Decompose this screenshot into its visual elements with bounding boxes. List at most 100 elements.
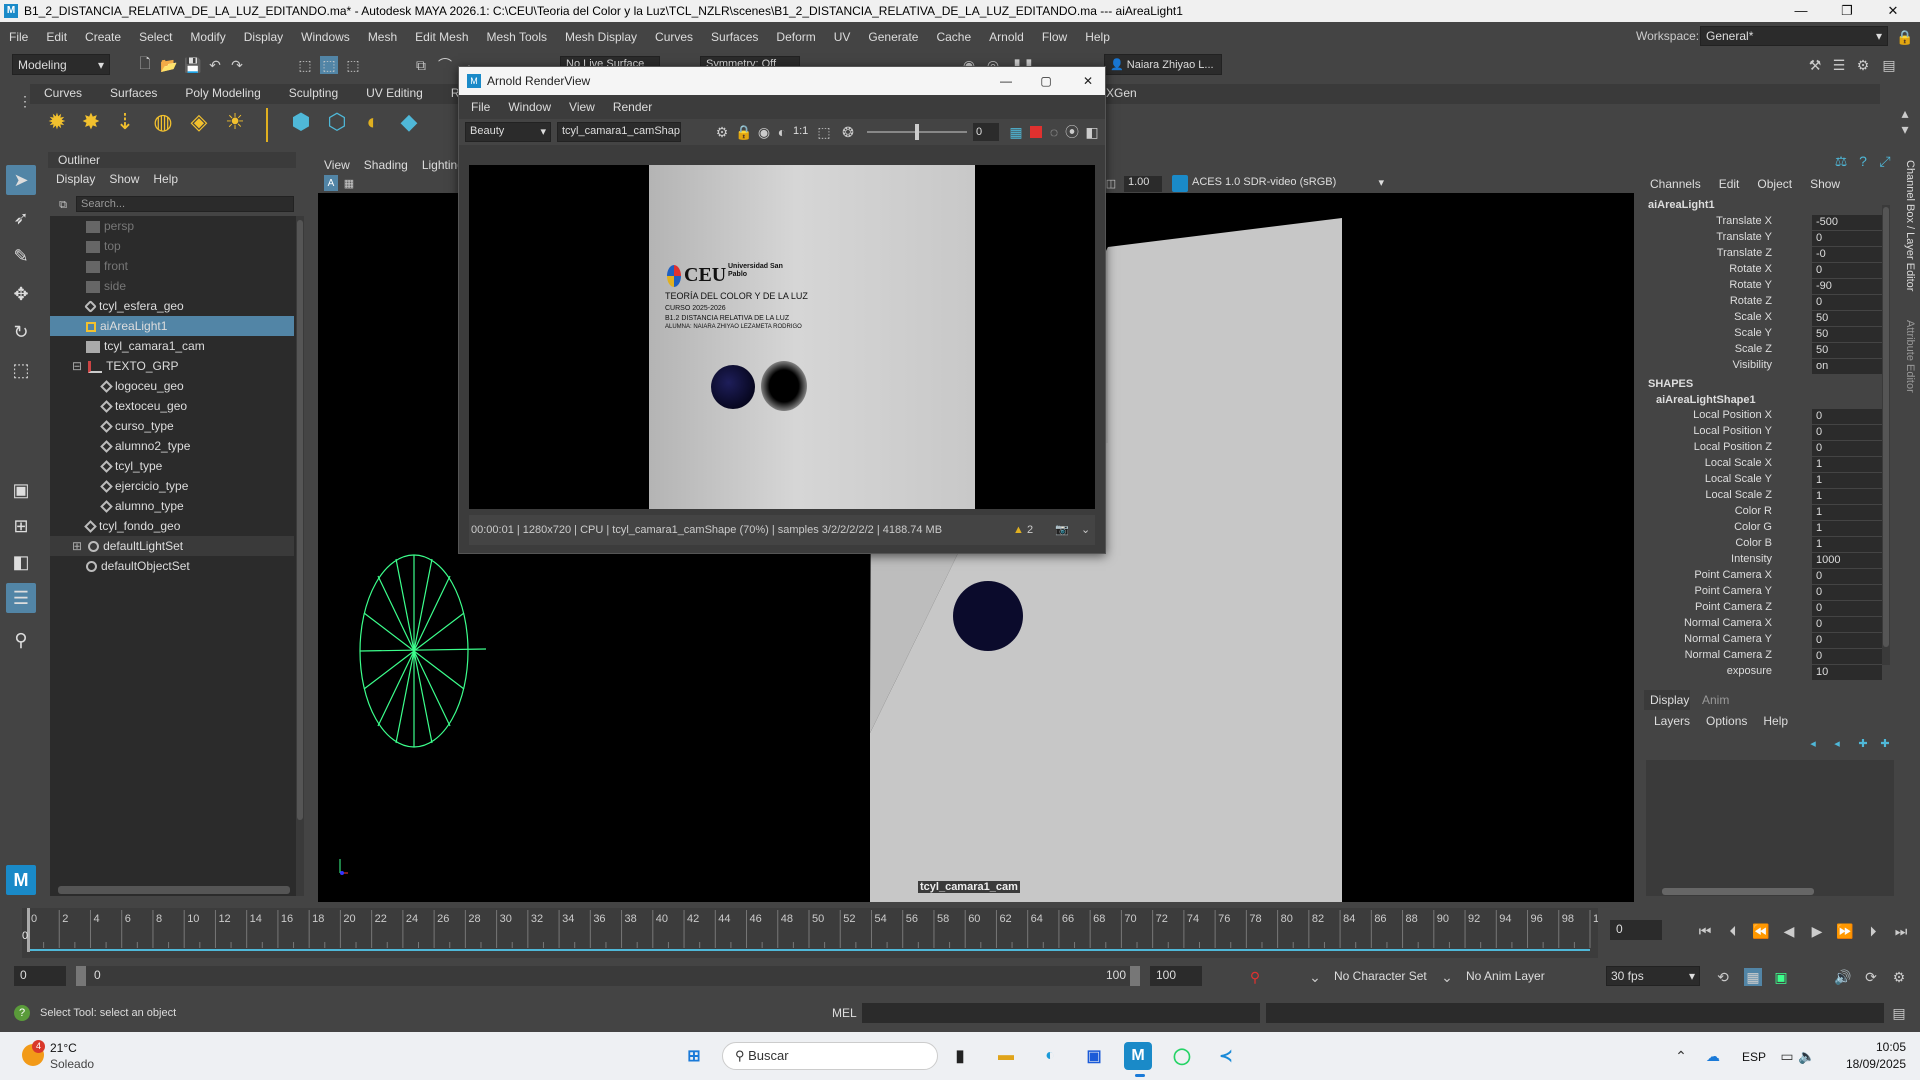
outliner-item-persp[interactable]: persp <box>50 216 294 236</box>
anim-layer-select[interactable]: No Anim Layer <box>1466 969 1545 983</box>
outliner-hscrollbar[interactable] <box>58 886 290 894</box>
area-light-icon[interactable]: ◈ <box>190 109 208 134</box>
select-hierarchy-icon[interactable]: ⬚ <box>296 56 314 74</box>
paint-select-icon[interactable]: ✎ <box>6 241 36 271</box>
attr-value-field[interactable]: 1 <box>1812 473 1882 488</box>
transform-attr-row[interactable]: Translate X -500 <box>1640 215 1882 231</box>
select-tool-icon[interactable]: ➤ <box>6 165 36 195</box>
directional-light-icon[interactable]: ⇣ <box>116 109 134 134</box>
channel-menu-object[interactable]: Object <box>1757 177 1792 191</box>
color-correct-icon[interactable]: ◐ <box>773 123 791 141</box>
network-icon[interactable]: ▭ <box>1778 1047 1796 1065</box>
shape-attr-row[interactable]: Normal Camera X 0 <box>1640 617 1882 633</box>
menu-arnold[interactable]: Arnold <box>980 30 1033 44</box>
renderview-close-button[interactable]: ✕ <box>1073 67 1103 95</box>
transform-attr-row[interactable]: Rotate X 0 <box>1640 263 1882 279</box>
snap-curve-icon[interactable]: ⌒ <box>436 56 454 74</box>
menu-modify[interactable]: Modify <box>181 30 234 44</box>
hypershade-icon[interactable]: ◐ <box>364 109 382 134</box>
camera-attributes-icon[interactable]: A <box>324 175 338 191</box>
range-start-handle[interactable] <box>76 966 86 986</box>
renderview-minimize-button[interactable]: — <box>991 67 1021 95</box>
stop-render-icon[interactable] <box>1027 123 1045 141</box>
current-frame-marker[interactable]: 0 <box>22 930 34 942</box>
gamma-icon[interactable]: ◫ <box>1104 175 1118 191</box>
shape-attr-row[interactable]: Local Position X 0 <box>1640 409 1882 425</box>
play-backwards-icon[interactable]: ◀ <box>1780 922 1798 940</box>
shape-attr-row[interactable]: Local Scale X 1 <box>1640 457 1882 473</box>
shape-attr-row[interactable]: Color R 1 <box>1640 505 1882 521</box>
shape-attr-row[interactable]: exposure 10 <box>1640 665 1882 681</box>
ghost-icon[interactable]: ▣ <box>1772 968 1790 986</box>
aperture-icon[interactable]: ❂ <box>839 123 857 141</box>
taskbar-search[interactable]: ⚲ Buscar <box>722 1042 938 1070</box>
outliner-item-aiarealight1[interactable]: aiAreaLight1 <box>50 316 294 336</box>
shape-attr-row[interactable]: Point Camera X 0 <box>1640 569 1882 585</box>
shape-attr-row[interactable]: Point Camera Z 0 <box>1640 601 1882 617</box>
open-scene-icon[interactable]: 📂 <box>160 56 178 74</box>
outliner-item-textoceu-geo[interactable]: textoceu_geo <box>50 396 294 416</box>
menu-cache[interactable]: Cache <box>927 30 980 44</box>
layer-menu-options[interactable]: Options <box>1706 714 1747 728</box>
menu-generate[interactable]: Generate <box>859 30 927 44</box>
task-view-icon[interactable]: ▮ <box>946 1042 974 1070</box>
layer-tab-display[interactable]: Display <box>1644 690 1690 710</box>
attr-value-field[interactable]: 0 <box>1812 441 1882 456</box>
current-frame-field[interactable]: 0 <box>1610 920 1662 940</box>
outliner-item-tcyl-fondo-geo[interactable]: tcyl_fondo_geo <box>50 516 294 536</box>
renderview-maximize-button[interactable]: ▢ <box>1031 67 1061 95</box>
transform-attr-row[interactable]: Translate Y 0 <box>1640 231 1882 247</box>
menu-display[interactable]: Display <box>235 30 292 44</box>
channel-scrollbar[interactable] <box>1882 205 1890 665</box>
physical-sky-icon[interactable]: ☀ <box>225 109 245 134</box>
attr-value-field[interactable]: 50 <box>1812 327 1882 342</box>
outliner-vscroll-thumb[interactable] <box>297 220 303 820</box>
channel-toggle-icon[interactable]: ⚖ <box>1832 152 1850 170</box>
viewport-menu-view[interactable]: View <box>324 155 350 175</box>
shape-attr-row[interactable]: Color G 1 <box>1640 521 1882 537</box>
attr-value-field[interactable]: 0 <box>1812 231 1882 246</box>
help-icon[interactable]: ? <box>1854 152 1872 170</box>
move-tool-icon[interactable]: ✥ <box>6 279 36 309</box>
menu-surfaces[interactable]: Surfaces <box>702 30 767 44</box>
next-key-icon[interactable]: ⏩ <box>1836 922 1854 940</box>
menu-windows[interactable]: Windows <box>292 30 359 44</box>
prev-key-icon[interactable]: ⏪ <box>1752 922 1770 940</box>
outliner-item-alumno-type[interactable]: alumno_type <box>50 496 294 516</box>
attr-value-field[interactable]: 1 <box>1812 489 1882 504</box>
outliner-item-tcyl-type[interactable]: tcyl_type <box>50 456 294 476</box>
new-layer-selected-icon[interactable]: ✚ <box>1876 734 1894 752</box>
shape-attr-row[interactable]: Local Position Y 0 <box>1640 425 1882 441</box>
clock-date[interactable]: 18/09/2025 <box>1830 1057 1906 1071</box>
exposure-field[interactable]: 0 <box>973 123 999 141</box>
layer-tab-anim[interactable]: Anim <box>1696 690 1742 710</box>
minimize-button[interactable]: — <box>1778 0 1824 22</box>
attr-value-field[interactable]: 0 <box>1812 409 1882 424</box>
persp-outliner-layout-icon[interactable]: ◧ <box>6 547 36 577</box>
mel-label[interactable]: MEL <box>832 1006 857 1020</box>
shelf-tab-curves[interactable]: Curves <box>30 84 96 104</box>
end-frame-field[interactable]: 100 <box>1150 966 1202 986</box>
maximize-button[interactable]: ❐ <box>1824 0 1870 22</box>
go-to-end-icon[interactable]: ⏭ <box>1892 922 1910 940</box>
rotate-tool-icon[interactable]: ↻ <box>6 317 36 347</box>
preferences-icon[interactable]: ⚙ <box>1890 968 1908 986</box>
menu-curves[interactable]: Curves <box>646 30 702 44</box>
channel-menu-channels[interactable]: Channels <box>1650 177 1701 191</box>
range-end-handle[interactable] <box>1130 966 1140 986</box>
transform-attr-row[interactable]: Scale Y 50 <box>1640 327 1882 343</box>
zoom-ratio[interactable]: 1:1 <box>793 125 808 137</box>
collapse-icon[interactable]: ⊟ <box>72 359 82 373</box>
filter-icon[interactable]: ⧉ <box>54 196 72 214</box>
outliner-menu-help[interactable]: Help <box>153 172 178 186</box>
standard-surface-icon[interactable]: ⬢ <box>291 109 310 134</box>
shelf-tab-uv-editing[interactable]: UV Editing <box>352 84 437 104</box>
attr-value-field[interactable]: 50 <box>1812 343 1882 358</box>
side-panel-icon[interactable]: ◧ <box>1083 123 1101 141</box>
outliner-item-defaultobjectset[interactable]: defaultObjectSet <box>50 556 294 576</box>
exposure-slider[interactable] <box>867 124 967 140</box>
save-scene-icon[interactable]: 💾 <box>184 56 202 74</box>
loop-icon[interactable]: ⟲ <box>1714 968 1732 986</box>
outliner-vscrollbar[interactable] <box>296 216 304 896</box>
maya-home-icon[interactable]: M <box>6 865 36 895</box>
